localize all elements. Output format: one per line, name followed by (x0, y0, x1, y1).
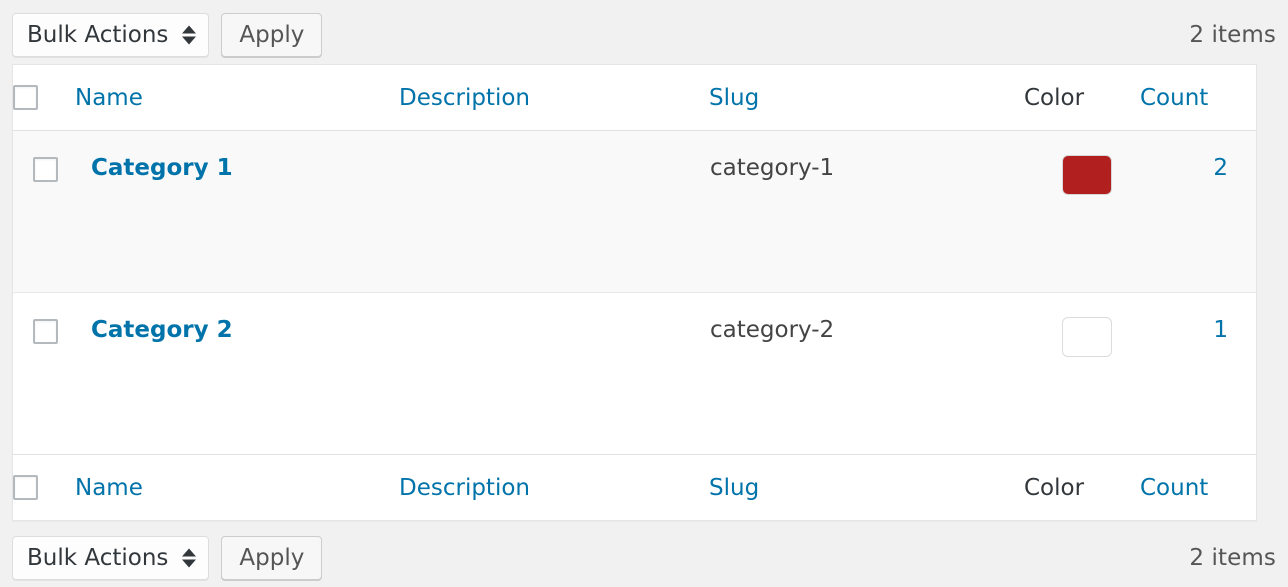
column-footer-count[interactable]: Count (1140, 454, 1256, 520)
terms-table: Name Description Slug Color Count Catego… (12, 64, 1257, 521)
sort-link-count-footer[interactable]: Count (1140, 475, 1208, 501)
row-select-cell (13, 293, 75, 454)
column-footer-color: Color (1024, 454, 1140, 520)
bulk-actions-group-top: Bulk Actions Apply (12, 13, 323, 57)
sort-link-name-footer[interactable]: Name (75, 475, 143, 501)
row-color-cell (1024, 131, 1140, 293)
apply-button-top[interactable]: Apply (221, 13, 323, 57)
color-swatch (1062, 155, 1112, 195)
row-count-cell: 1 (1140, 293, 1256, 454)
taxonomy-list-page: Bulk Actions Apply 2 items Name Descript… (0, 0, 1288, 580)
row-count-cell: 2 (1140, 131, 1256, 293)
row-name-cell: Category 1 (75, 131, 399, 293)
items-count-bottom: 2 items (1189, 545, 1276, 571)
table-row: Category 2 category-2 1 (13, 293, 1256, 454)
row-color-cell (1024, 293, 1140, 454)
bulk-actions-select-bottom[interactable]: Bulk Actions (12, 536, 210, 580)
table-footer-row: Name Description Slug Color Count (13, 454, 1256, 520)
row-checkbox[interactable] (33, 319, 58, 344)
column-footer-name[interactable]: Name (75, 454, 399, 520)
column-header-slug[interactable]: Slug (709, 65, 1024, 131)
term-name-link[interactable]: Category 1 (91, 155, 233, 181)
tablenav-bottom: Bulk Actions Apply 2 items (12, 521, 1276, 587)
sort-link-description-footer[interactable]: Description (399, 475, 530, 501)
column-header-count[interactable]: Count (1140, 65, 1256, 131)
column-header-name[interactable]: Name (75, 65, 399, 131)
row-description-cell (399, 131, 709, 293)
sort-link-slug[interactable]: Slug (709, 85, 759, 111)
term-slug: category-2 (710, 317, 835, 343)
row-name-cell: Category 2 (75, 293, 399, 454)
row-select-cell (13, 131, 75, 293)
bulk-actions-selected-value-top: Bulk Actions (27, 21, 169, 48)
bulk-actions-select-top[interactable]: Bulk Actions (12, 13, 210, 57)
sort-link-slug-footer[interactable]: Slug (709, 475, 759, 501)
sort-link-name[interactable]: Name (75, 85, 143, 111)
row-checkbox[interactable] (33, 157, 58, 182)
column-header-description[interactable]: Description (399, 65, 709, 131)
select-all-checkbox-top[interactable] (13, 85, 38, 110)
table-row: Category 1 category-1 2 (13, 131, 1256, 293)
column-footer-slug[interactable]: Slug (709, 454, 1024, 520)
apply-button-bottom[interactable]: Apply (221, 536, 323, 580)
table-header-row: Name Description Slug Color Count (13, 65, 1256, 131)
chevron-updown-icon (182, 25, 197, 45)
term-count-link[interactable]: 2 (1213, 155, 1228, 181)
sort-link-description[interactable]: Description (399, 85, 530, 111)
table-header: Name Description Slug Color Count (13, 65, 1256, 131)
items-count-top: 2 items (1189, 22, 1276, 48)
column-header-color: Color (1024, 65, 1140, 131)
select-all-header-bottom (13, 454, 75, 520)
tablenav-top: Bulk Actions Apply 2 items (12, 0, 1276, 64)
table-body: Category 1 category-1 2 Category 2 categ… (13, 131, 1256, 454)
select-all-checkbox-bottom[interactable] (13, 475, 38, 500)
bulk-actions-group-bottom: Bulk Actions Apply (12, 536, 323, 580)
column-label-color: Color (1024, 84, 1085, 111)
color-swatch (1062, 317, 1112, 357)
chevron-updown-icon (182, 548, 197, 568)
term-slug: category-1 (710, 155, 835, 181)
table-footer: Name Description Slug Color Count (13, 454, 1256, 520)
sort-link-count[interactable]: Count (1140, 85, 1208, 111)
term-name-link[interactable]: Category 2 (91, 317, 233, 343)
term-count-link[interactable]: 1 (1213, 317, 1228, 343)
column-footer-description[interactable]: Description (399, 454, 709, 520)
bulk-actions-selected-value-bottom: Bulk Actions (27, 544, 169, 571)
row-description-cell (399, 293, 709, 454)
row-slug-cell: category-2 (709, 293, 1024, 454)
select-all-header-top (13, 65, 75, 131)
row-slug-cell: category-1 (709, 131, 1024, 293)
column-label-color-footer: Color (1024, 474, 1085, 501)
